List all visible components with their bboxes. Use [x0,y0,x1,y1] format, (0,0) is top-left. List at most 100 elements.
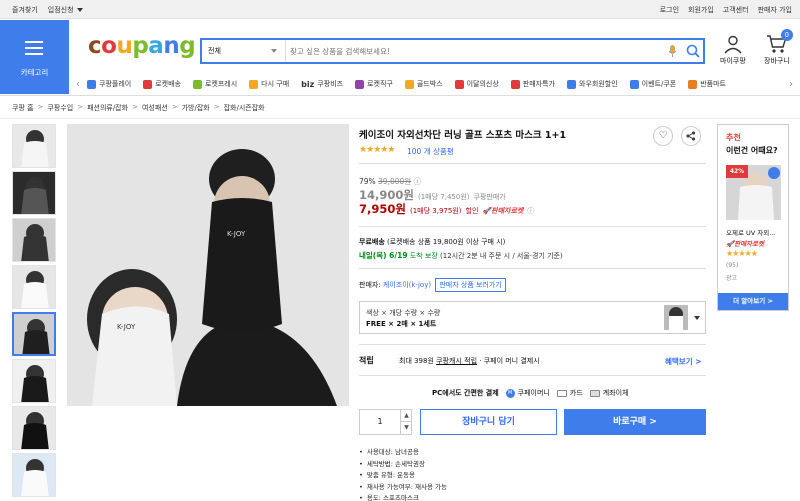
category-label: 카테고리 [20,68,49,77]
chevron-right-icon: > [171,103,178,111]
reco-subtitle: 이런건 어때요? [726,146,778,155]
arrival-info: 내일(목) 6/19 도착 보장 (12시간 2분 내 주문 시 / 서울·경기… [359,250,563,261]
chevron-left-icon[interactable]: ‹ [69,79,87,90]
search-input[interactable] [290,43,650,59]
info-icon[interactable]: ⓘ [527,207,534,215]
seller-products-button[interactable]: 판매자 상품 보러가기 [435,278,506,292]
add-to-cart-button[interactable]: 장바구니 담기 [420,409,557,435]
breadcrumb-item[interactable]: 여성패션 [142,103,168,113]
shortcut-item[interactable]: 다시 구매 [249,79,289,89]
shortcut-item[interactable]: 로켓프레시 [192,79,237,89]
bookmark-link[interactable]: 즐겨찾기 [12,5,38,15]
shortcut-item[interactable]: 로켓직구 [355,79,393,89]
search-icon[interactable] [686,44,700,58]
shortcut-item[interactable]: 이벤트/쿠폰 [629,79,676,89]
cart-label: 장바구니 [764,57,790,65]
increase-icon[interactable]: ▲ [401,410,412,422]
product-thumbnail[interactable] [12,218,56,262]
chevron-right-icon[interactable]: › [782,79,800,90]
shortcut-label: 반품마트 [700,80,726,88]
shortcut-item[interactable]: 판매자특가 [510,79,555,89]
divider [359,344,706,345]
search-category-select[interactable]: 전체 [202,40,286,62]
signup-link[interactable]: 회원가입 [688,5,714,15]
buy-now-button[interactable]: 바로구매 > [564,409,706,435]
benefit-link[interactable]: 혜택보기 > [665,356,702,367]
free-shipping-label: 무료배송 [359,238,385,246]
reco-product-name[interactable]: 오제로 UV 자외... [726,227,775,237]
reco-stars: ★★★★★ [726,249,758,258]
shortcut-item[interactable]: 이달의신상 [454,79,499,89]
review-count-link[interactable]: 100 개 상품평 [407,146,454,157]
share-icon[interactable] [681,126,701,146]
breadcrumb-item[interactable]: 쿠팡수입 [47,103,73,113]
coupay-icon: M [505,388,515,398]
category-menu-button[interactable]: 카테고리 [0,20,69,94]
shortcut-item[interactable]: 와우회원할인 [567,79,618,89]
logo-letter: g [179,33,196,59]
divider [359,268,706,269]
customer-center-link[interactable]: 고객센터 [723,5,749,15]
shortcut-icon [355,79,365,89]
earn-label: 적립 [359,356,374,365]
shortcut-icon [249,79,259,89]
shortcut-item[interactable]: 반품마트 [688,79,726,89]
product-thumbnail[interactable] [12,453,56,497]
discount-row: 79% 39,000원 ⓘ [359,176,421,187]
decrease-icon[interactable]: ▼ [401,422,412,434]
reco-more-button[interactable]: 더 알아보기 > [718,293,788,310]
shortcut-label: 로켓직구 [367,80,393,88]
shortcut-item[interactable]: 쿠팡플레이 [87,79,131,89]
bank-transfer-icon [589,389,600,397]
option-value: FREE × 2매 × 1세트 [366,320,437,328]
main-product-image[interactable]: K-JOY K-JOY [67,124,349,406]
logo-letter: u [116,33,133,59]
shortcut-icon [688,79,698,89]
sale-price-row: 7,950원 (1매당 3,975원) 할인 🚀판매자로켓 ⓘ [359,201,534,217]
rating-stars: ★★★★★ [359,145,395,155]
product-thumbnail[interactable] [12,406,56,450]
login-link[interactable]: 로그인 [660,5,679,15]
breadcrumb-item[interactable]: 가방/잡화 [182,103,210,113]
seller-signup-link[interactable]: 판매자 가입 [758,5,792,15]
logo-letter: n [163,33,180,59]
product-thumbnail[interactable] [12,265,56,309]
svg-text:K-JOY: K-JOY [227,230,246,238]
option-select[interactable]: 색상 × 개당 수량 × 수량 FREE × 2매 × 1세트 [359,301,706,334]
seller-name-link[interactable]: 케이조이(k-joy) [383,281,431,289]
seller-apply-link[interactable]: 입점신청 [48,5,83,15]
search-category-value: 전체 [208,47,221,55]
coupang-cash-link[interactable]: 쿠팡캐시 적립 [436,357,477,365]
cart-button[interactable]: 0 장바구니 [764,29,793,66]
breadcrumb-item[interactable]: 잡화/시즌잡화 [224,103,265,113]
sale-price: 7,950원 [359,202,406,216]
breadcrumb-divider [0,118,800,119]
info-icon[interactable]: ⓘ [414,177,422,186]
product-thumbnail[interactable] [12,312,56,356]
heart-icon[interactable]: ♡ [653,126,673,146]
product-thumbnail[interactable] [12,124,56,168]
breadcrumb-item[interactable]: 패션의류/잡화 [87,103,128,113]
mycoupang-button[interactable]: 마이쿠팡 [720,34,746,66]
microphone-icon[interactable] [668,45,677,58]
attribute-item: 세탁방법: 손세탁권장 [359,459,447,471]
chevron-right-icon: > [77,103,84,111]
shortcut-item[interactable]: biz 쿠팡비즈 [301,79,343,89]
shortcut-icon [192,79,202,89]
shortcut-icon [87,79,96,89]
shortcut-item[interactable]: 골드박스 [404,79,443,89]
earn-amount: 최대 398원 [399,357,434,365]
reco-review-count: (95) [726,262,739,269]
shortcut-label: 골드박스 [416,80,443,88]
chevron-down-icon [271,49,277,53]
quantity-value[interactable]: 1 [360,410,400,434]
quantity-stepper[interactable]: 1 ▲ ▼ [359,409,412,435]
shipping-condition: (로켓배송 상품 19,800원 이상 구매 시) [387,238,506,246]
shortcut-item[interactable]: 로켓배송 [143,79,181,89]
product-thumbnail[interactable] [12,171,56,215]
breadcrumb-item[interactable]: 쿠팡 홈 [12,103,34,113]
coupang-logo[interactable]: coupang [88,33,196,59]
product-thumbnail[interactable] [12,359,56,403]
sale-label: 할인 [465,207,479,215]
header-divider [0,95,800,96]
